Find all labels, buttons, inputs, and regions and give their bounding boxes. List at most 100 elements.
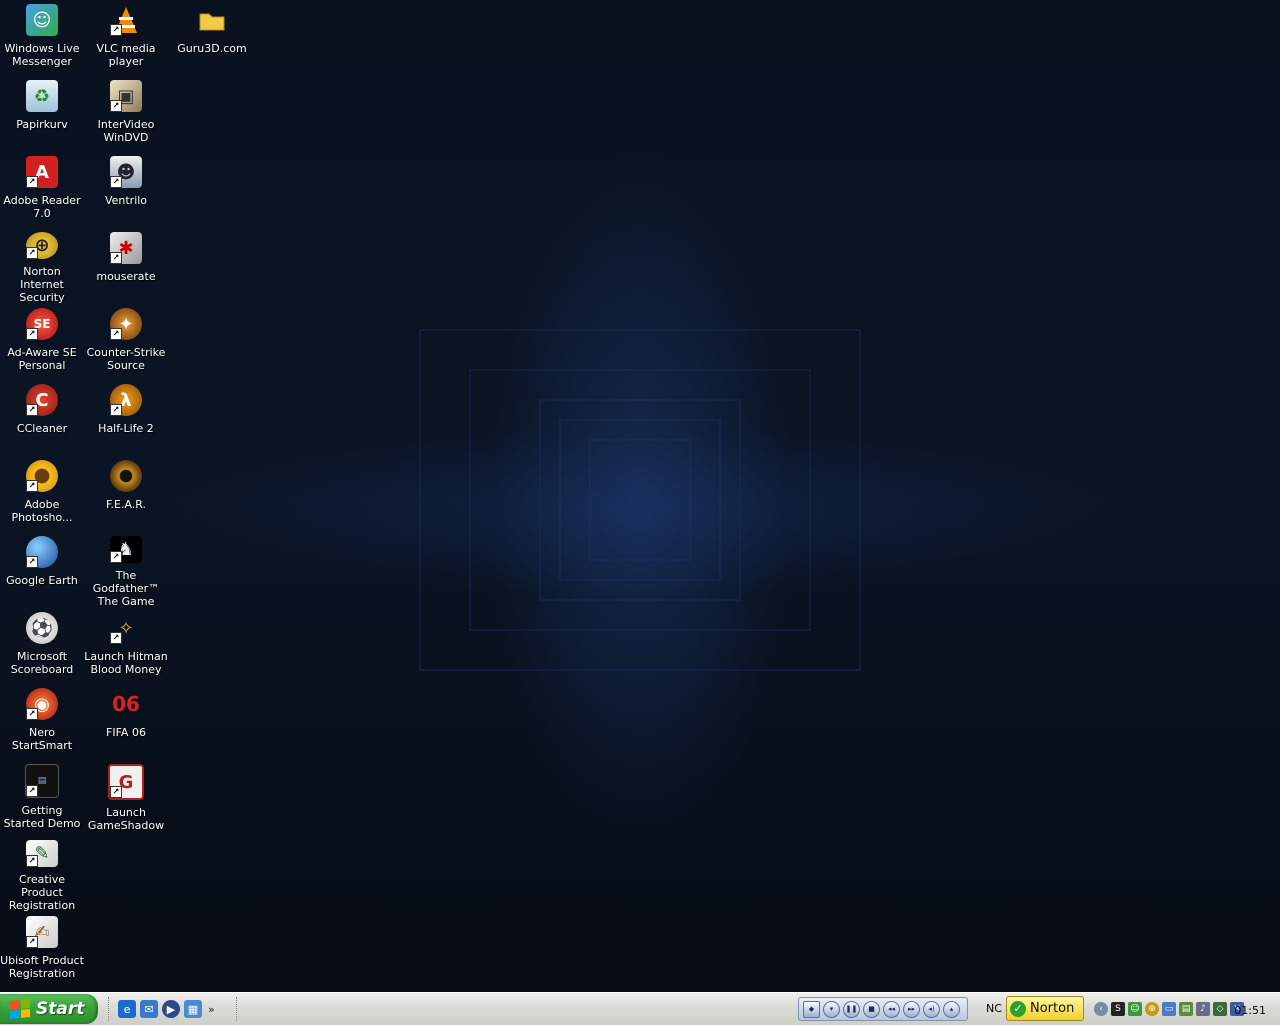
norton-check-icon: ✓ [1010, 1000, 1026, 1017]
recycle-bin-icon: ♻ [26, 80, 58, 112]
shortcut-arrow-icon: ↗ [26, 785, 38, 797]
desktop-icon-ventrilo[interactable]: ☻ ↗ Ventrilo [84, 154, 168, 228]
messenger-tray-icon[interactable]: ☺ [1128, 1002, 1142, 1016]
ccleaner-icon: C ↗ [26, 384, 58, 416]
system-tray: ‹ S ☺ ⊕ ▭ ▤ ♪ ◇ ✕ 01:51 [1088, 995, 1280, 1023]
counter-strike-icon: ✦ ↗ [110, 308, 142, 340]
desktop-icon-norton-internet-security[interactable]: ⊕ ↗ Norton Internet Security [0, 230, 84, 304]
desktop-icon-fifa-06[interactable]: 06 FIFA 06 [84, 686, 168, 760]
desktop-icon-label: Ventrilo [104, 194, 148, 207]
desktop-icon-godfather[interactable]: ♞ ↗ The Godfather™ The Game [84, 534, 168, 608]
previous-button[interactable]: ◂◂ [883, 1000, 900, 1018]
desktop-icon-windows-live-messenger[interactable]: ☺ Windows Live Messenger [0, 2, 84, 76]
shortcut-arrow-icon: ↗ [26, 480, 38, 492]
soccer-ball-icon: ⚽ [26, 612, 58, 644]
desktop-icon-label: Counter-Strike Source [86, 346, 166, 372]
shortcut-arrow-icon: ↗ [110, 100, 122, 112]
steam-tray-icon[interactable]: S [1111, 1002, 1125, 1016]
folder-icon [196, 4, 228, 36]
desktop-icon-label: Google Earth [6, 574, 78, 587]
desktop-icon-label: Ad-Aware SE Personal [7, 346, 77, 372]
desktop-icon-label: mouserate [96, 270, 156, 283]
quick-launch-more-button[interactable]: » [208, 1003, 215, 1016]
network-tray-icon[interactable]: ▭ [1162, 1002, 1176, 1016]
pause-button[interactable]: ❚❚ [843, 1000, 860, 1018]
desktop-wallpaper [0, 0, 1280, 992]
media-player-icon[interactable]: ▶ [162, 1000, 180, 1018]
hitman-icon: ✧ ↗ [110, 612, 142, 644]
quick-launch: e ✉ ▶ ▦ » [118, 999, 215, 1019]
desktop-icon-label: Ubisoft Product Registration [0, 954, 84, 980]
desktop-icon-label: Creative Product Registration [8, 873, 76, 912]
desktop-icon-label: Microsoft Scoreboard [10, 650, 74, 676]
media-player-toolbar: ◆ ▾ ❚❚ ■ ◂◂ ▸▸ ◂) ▴ [798, 997, 968, 1021]
google-earth-icon: ↗ [26, 536, 58, 568]
desktop-icon-label: Launch Hitman Blood Money [84, 650, 168, 676]
start-button[interactable]: Start [0, 994, 98, 1024]
desktop-icon-gameshadow[interactable]: G ↗ Launch GameShadow [84, 762, 168, 836]
taskbar-separator [236, 997, 239, 1021]
volume-button[interactable]: ◂) [923, 1000, 940, 1018]
desktop-icon-adobe-reader[interactable]: A ↗ Adobe Reader 7.0 [0, 154, 84, 228]
desktop-icon-counter-strike[interactable]: ✦ ↗ Counter-Strike Source [84, 306, 168, 380]
desktop-icon-label: VLC media player [96, 42, 156, 68]
desktop-icon-label: Adobe Photosho... [11, 498, 73, 524]
desktop-icon-windvd[interactable]: ▣ ↗ InterVideo WinDVD [84, 78, 168, 152]
media-menu-button[interactable]: ▾ [823, 1000, 840, 1018]
desktop-icon-label: Nero StartSmart [11, 726, 73, 752]
fear-eye-icon [110, 460, 142, 492]
shortcut-arrow-icon: ↗ [110, 24, 122, 36]
desktop-icon-label: CCleaner [16, 422, 68, 435]
show-desktop-icon[interactable]: ▦ [184, 1000, 202, 1018]
desktop-icon-label: Guru3D.com [177, 42, 247, 55]
desktop-icon-getting-started-demo[interactable]: ▤ ↗ Getting Started Demo [0, 762, 84, 836]
shortcut-arrow-icon: ↗ [26, 556, 38, 568]
desktop-icon-nero-startsmart[interactable]: ◉ ↗ Nero StartSmart [0, 686, 84, 760]
photoshop-sunflower-icon: ↗ [26, 460, 58, 492]
shortcut-arrow-icon: ↗ [110, 632, 122, 644]
norton-globe-icon: ⊕ ↗ [26, 232, 58, 259]
audigy-demo-icon: ▤ ↗ [25, 764, 59, 798]
desktop-icon-mouserate[interactable]: ✱ ↗ mouserate [84, 230, 168, 304]
outlook-express-icon[interactable]: ✉ [140, 1000, 158, 1018]
norton-label: Norton [1030, 1001, 1075, 1016]
norton-tray-button[interactable]: ✓ Norton [1006, 996, 1084, 1021]
shortcut-arrow-icon: ↗ [26, 176, 38, 188]
desktop-icon-label: Windows Live Messenger [4, 42, 80, 68]
registration-icon: ✎ ↗ [26, 840, 58, 867]
stop-button[interactable]: ■ [863, 1000, 880, 1018]
desktop-icon-recycle-bin[interactable]: ♻ Papirkurv [0, 78, 84, 152]
desktop-icon-ubisoft-registration[interactable]: ✍ ↗ Ubisoft Product Registration [0, 914, 84, 988]
messenger-icon: ☺ [26, 4, 58, 36]
desktop-icon-label: InterVideo WinDVD [97, 118, 155, 144]
desktop-icon-guru3d[interactable]: Guru3D.com [170, 2, 254, 76]
norton-tray-icon[interactable]: ⊕ [1145, 1002, 1159, 1016]
desktop-icon-creative-registration[interactable]: ✎ ↗ Creative Product Registration [0, 838, 84, 912]
fifa-06-icon: 06 [112, 692, 140, 716]
taskbar-clock[interactable]: 01:51 [1234, 1004, 1266, 1017]
desktop-icon-fear[interactable]: F.E.A.R. [84, 458, 168, 532]
adobe-reader-icon: A ↗ [26, 156, 58, 188]
next-button[interactable]: ▸▸ [903, 1000, 920, 1018]
desktop-icon-microsoft-scoreboard[interactable]: ⚽ Microsoft Scoreboard [0, 610, 84, 684]
desktop-icon-ccleaner[interactable]: C ↗ CCleaner [0, 382, 84, 456]
volume-tray-icon[interactable]: ♪ [1196, 1002, 1210, 1016]
desktop-icon-hitman[interactable]: ✧ ↗ Launch Hitman Blood Money [84, 610, 168, 684]
half-life-icon: λ ↗ [110, 384, 142, 416]
desktop-icon-adobe-photoshop[interactable]: ↗ Adobe Photosho... [0, 458, 84, 532]
desktop-icon-google-earth[interactable]: ↗ Google Earth [0, 534, 84, 608]
desktop-icon-half-life-2[interactable]: λ ↗ Half-Life 2 [84, 382, 168, 456]
tray-expand-icon[interactable]: ‹ [1094, 1002, 1108, 1016]
gameshadow-icon: G ↗ [108, 764, 144, 800]
wallpaper-pattern [80, 60, 1280, 990]
internet-explorer-icon[interactable]: e [118, 1000, 136, 1018]
taskbar: Start e ✉ ▶ ▦ » ◆ ▾ ❚❚ ■ ◂◂ ▸▸ ◂) ▴ NC ✓… [0, 992, 1280, 1025]
restore-button[interactable]: ▴ [943, 1000, 960, 1018]
shortcut-arrow-icon: ↗ [110, 786, 122, 798]
desktop-icon-vlc[interactable]: ↗ VLC media player [84, 2, 168, 76]
desktop-icon-label: FIFA 06 [106, 726, 146, 739]
device-tray-icon[interactable]: ◇ [1213, 1002, 1227, 1016]
network-activity-tray-icon[interactable]: ▤ [1179, 1002, 1193, 1016]
desktop-icon-ad-aware[interactable]: SE ↗ Ad-Aware SE Personal [0, 306, 84, 380]
shortcut-arrow-icon: ↗ [110, 328, 122, 340]
